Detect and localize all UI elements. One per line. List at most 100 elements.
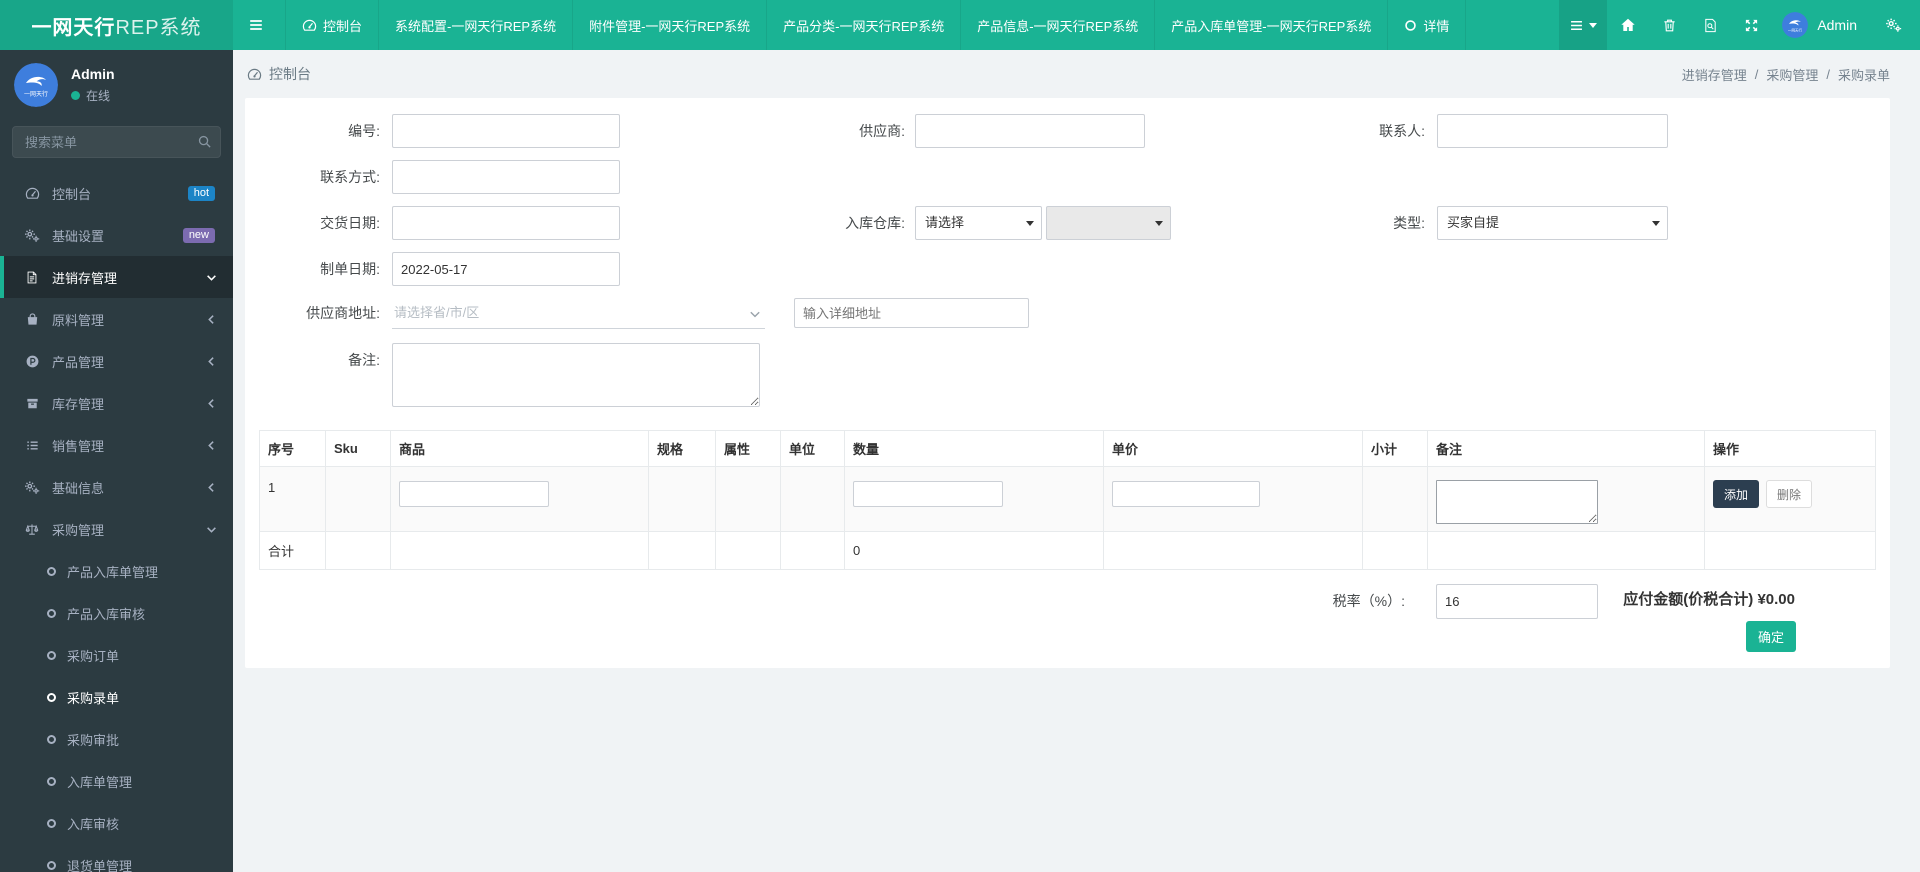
tachometer-icon — [302, 18, 323, 33]
sidebar-item-inbound-audit[interactable]: 入库审核 — [0, 802, 233, 844]
empty-cell — [780, 531, 845, 570]
warehouse-select[interactable]: 请选择 — [915, 206, 1042, 240]
tab-product-info[interactable]: 产品信息-一网天行REP系统 — [961, 0, 1156, 50]
empty-cell — [1427, 531, 1705, 570]
tab-attachment[interactable]: 附件管理-一网天行REP系统 — [573, 0, 768, 50]
qty-input[interactable] — [853, 481, 1003, 507]
sidebar-item-purchase-approval[interactable]: 采购审批 — [0, 718, 233, 760]
breadcrumb-item[interactable]: 采购管理 — [1766, 65, 1818, 84]
warehouse-sub-select[interactable] — [1046, 206, 1171, 240]
tab-dashboard[interactable]: 控制台 — [286, 0, 380, 50]
remark-textarea[interactable] — [392, 343, 760, 407]
sidebar-item-purchase-order[interactable]: 采购订单 — [0, 634, 233, 676]
avatar[interactable]: 一网天行 — [1782, 12, 1809, 38]
avatar[interactable]: 一网天行 — [14, 62, 58, 107]
sidebar-item-product-inbound-mgmt[interactable]: 产品入库单管理 — [0, 550, 233, 592]
row-unit-cell — [780, 466, 845, 532]
tab-detail[interactable]: 详情 — [1388, 0, 1467, 50]
sidebar-item-label: 采购审批 — [67, 732, 120, 748]
user-name[interactable]: Admin — [1817, 17, 1857, 33]
col-action: 操作 — [1704, 430, 1876, 467]
row-attr-cell — [715, 466, 781, 532]
region-cascader[interactable]: 请选择省/市/区 — [392, 297, 765, 329]
type-select[interactable]: 买家自提 — [1437, 206, 1668, 240]
sidebar-item-inbound-mgmt[interactable]: 入库单管理 — [0, 760, 233, 802]
region-placeholder: 请选择省/市/区 — [394, 305, 480, 320]
sidebar-item-return-mgmt[interactable]: 退货单管理 — [0, 844, 233, 872]
hot-badge: hot — [187, 185, 215, 201]
product-input[interactable] — [399, 481, 549, 507]
delivery-date-input[interactable] — [392, 206, 620, 240]
breadcrumb-item[interactable]: 采购录单 — [1838, 65, 1890, 84]
sidebar-item-label: 产品入库审核 — [67, 606, 146, 622]
brand-avatar-icon: 一网天行 — [1782, 12, 1809, 38]
tab-dashboard-label: 控制台 — [323, 18, 363, 34]
payable-amount: 应付金额(价税合计) ¥0.00 — [1495, 588, 1795, 609]
sidebar-item-basic-info[interactable]: 基础信息 — [0, 466, 233, 508]
tab-system-config[interactable]: 系统配置-一网天行REP系统 — [379, 0, 574, 50]
col-price: 单价 — [1103, 430, 1363, 467]
sidebar-item-purchase-mgmt[interactable]: 采购管理 — [0, 508, 233, 550]
app-logo[interactable]: 一网天行 REP系统 — [0, 0, 233, 50]
tab-label: 产品入库单管理-一网天行REP系统 — [1171, 18, 1372, 34]
sidebar-item-stock-mgmt[interactable]: 库存管理 — [0, 382, 233, 424]
expand-arrows-icon — [1744, 18, 1759, 33]
tab-product-inbound[interactable]: 产品入库单管理-一网天行REP系统 — [1155, 0, 1389, 50]
sidebar-item-product-mgmt[interactable]: 产品管理 — [0, 340, 233, 382]
file-search-icon — [1703, 18, 1718, 33]
address-detail-input[interactable] — [794, 298, 1029, 328]
row-remark-textarea[interactable] — [1436, 480, 1598, 524]
archive-box-icon — [24, 396, 40, 411]
gears-icon — [1885, 17, 1902, 33]
svg-text:一网天行: 一网天行 — [1788, 28, 1803, 33]
col-sku: Sku — [325, 430, 391, 467]
file-search-button[interactable] — [1690, 0, 1731, 50]
home-button[interactable] — [1607, 0, 1649, 50]
contact-input[interactable] — [1437, 114, 1668, 148]
circle-icon — [47, 818, 56, 828]
breadcrumb-item[interactable]: 进销存管理 — [1682, 65, 1747, 84]
row-subtotal-cell — [1362, 466, 1428, 532]
sidebar-item-purchase-entry[interactable]: 采购录单 — [0, 676, 233, 718]
row-action-cell: 添加 删除 — [1704, 466, 1876, 532]
sidebar-item-raw-material[interactable]: 原料管理 — [0, 298, 233, 340]
tab-product-category[interactable]: 产品分类-一网天行REP系统 — [767, 0, 962, 50]
price-input[interactable] — [1112, 481, 1260, 507]
new-badge: new — [182, 227, 215, 243]
sidebar-item-label: 入库单管理 — [67, 774, 133, 790]
no-input[interactable] — [392, 114, 620, 148]
page-title: 控制台 — [247, 64, 311, 84]
sidebar-item-inventory-mgmt[interactable]: 进销存管理 — [0, 256, 233, 298]
sidebar-item-label: 销售管理 — [52, 438, 105, 454]
list-icon — [24, 438, 40, 453]
user-name: Admin — [71, 65, 115, 82]
trash-button[interactable] — [1649, 0, 1690, 50]
user-status: 在线 — [71, 87, 115, 104]
type-select-value: 买家自提 — [1447, 215, 1500, 230]
trash-icon — [1662, 18, 1677, 33]
doc-date-input[interactable] — [392, 252, 620, 286]
sidebar-item-sales-mgmt[interactable]: 销售管理 — [0, 424, 233, 466]
settings-button[interactable] — [1863, 0, 1920, 50]
sidebar-item-basic-settings[interactable]: 基础设置 new — [0, 214, 233, 256]
phone-input[interactable] — [392, 160, 620, 194]
circle-icon — [47, 860, 56, 870]
search-input[interactable] — [12, 126, 221, 158]
type-label: 类型: — [1393, 215, 1425, 231]
confirm-button[interactable]: 确定 — [1746, 621, 1796, 652]
empty-cell — [648, 531, 716, 570]
sidebar-user-panel: 一网天行 Admin 在线 — [0, 50, 233, 110]
sidebar-toggle-button[interactable] — [233, 0, 286, 50]
sidebar-item-dashboard[interactable]: 控制台 hot — [0, 172, 233, 214]
sidebar-item-product-inbound-audit[interactable]: 产品入库审核 — [0, 592, 233, 634]
layout-menu-button[interactable] — [1559, 0, 1608, 50]
add-row-button[interactable]: 添加 — [1713, 480, 1760, 508]
brand-secondary: REP系统 — [115, 16, 202, 39]
supplier-input[interactable] — [915, 114, 1145, 148]
brand-avatar-icon: 一网天行 — [14, 62, 58, 107]
payable-amount-label: 应付金额(价税合计) — [1623, 591, 1754, 608]
delete-row-button[interactable]: 删除 — [1766, 480, 1813, 508]
row-spec-cell — [648, 466, 716, 532]
chevron-down-icon — [206, 272, 217, 283]
fullscreen-button[interactable] — [1731, 0, 1772, 50]
